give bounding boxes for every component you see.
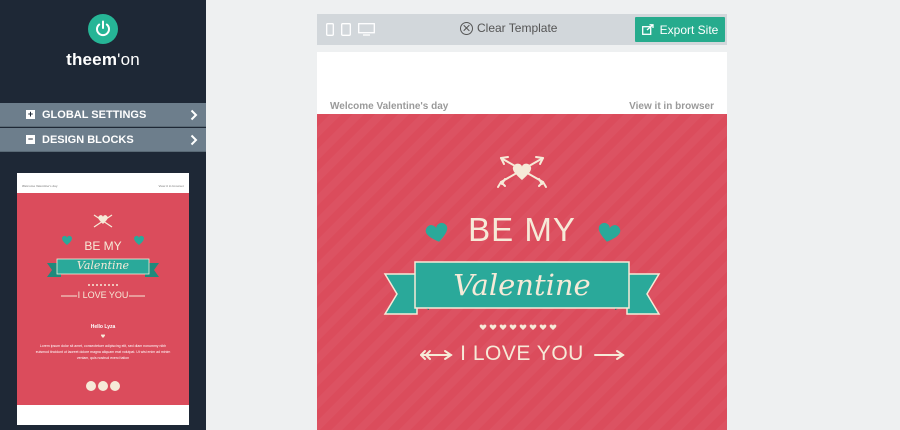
chevron-right-icon — [190, 109, 198, 121]
export-site-button[interactable]: Export Site — [635, 17, 725, 42]
desktop-icon[interactable] — [358, 23, 375, 36]
minus-box-icon: − — [26, 134, 35, 144]
thumbnail-social-icon-2 — [98, 381, 108, 391]
hearts-row — [479, 324, 557, 330]
thumbnail-line3: I LOVE YOU — [77, 290, 129, 300]
power-icon — [88, 14, 118, 44]
thumbnail-hero: BE MY Valentine I LOVE YOU Hello Lyza Lo… — [17, 193, 189, 405]
chevron-right-icon — [190, 134, 198, 146]
brand-name-main: theem — [66, 50, 118, 69]
thumbnail-body: Lorem ipsum dolor sit amet, consectetuer… — [35, 344, 171, 360]
thumbnail-ribbon-text: Valentine — [76, 259, 130, 272]
brand-logo[interactable]: theem'on — [0, 14, 206, 70]
editor-toolbar: Clear Template Export Site — [317, 14, 727, 45]
hero-subline: I LOVE YOU — [460, 342, 584, 365]
plus-box-icon: + — [26, 109, 35, 119]
menu-design-blocks-label: DESIGN BLOCKS — [42, 133, 134, 146]
close-circle-icon — [460, 21, 473, 35]
menu-global-settings[interactable]: + GLOBAL SETTINGS — [0, 103, 206, 127]
thumbnail-small-heart-icon — [101, 334, 105, 338]
menu-global-settings-label: GLOBAL SETTINGS — [42, 108, 147, 121]
pre-header-left: Welcome Valentine's day — [330, 101, 449, 112]
sidebar: theem'on + GLOBAL SETTINGS − DESIGN BLOC… — [0, 0, 206, 430]
thumbnail-social-icon-3 — [110, 381, 120, 391]
hero-headline: BE MY — [468, 211, 576, 248]
tablet-icon[interactable] — [341, 23, 351, 36]
clear-template-label: Clear Template — [477, 21, 558, 35]
heart-icon — [512, 163, 532, 180]
thumbnail-greeting: Hello Lyza — [90, 324, 116, 330]
thumbnail-pre-header-right: View it in browser — [158, 184, 184, 188]
clear-template-button[interactable]: Clear Template — [460, 21, 557, 35]
ribbon-text: Valentine — [453, 268, 591, 302]
thumbnail-line1: BE MY — [84, 239, 122, 253]
brand-name: theem'on — [0, 50, 206, 70]
phone-icon[interactable] — [326, 23, 334, 36]
thumbnail-pre-header-left: Welcome Valentine's day — [22, 184, 58, 188]
export-icon — [641, 24, 654, 35]
thumbnail-dots — [88, 284, 118, 286]
view-in-browser-link[interactable]: View it in browser — [629, 101, 714, 112]
menu-design-blocks[interactable]: − DESIGN BLOCKS — [0, 128, 206, 152]
email-canvas: Welcome Valentine's day View it in brows… — [317, 52, 727, 430]
hero-block[interactable]: BE MY Valentine I LOVE YOU — [317, 114, 727, 430]
thumbnail-social-icon-1 — [86, 381, 96, 391]
thumbnail-pre-header: Welcome Valentine's day View it in brows… — [17, 173, 189, 193]
brand-name-suffix: 'on — [117, 50, 140, 69]
design-block-thumbnail[interactable]: Welcome Valentine's day View it in brows… — [17, 173, 189, 425]
export-site-label: Export Site — [659, 22, 719, 37]
